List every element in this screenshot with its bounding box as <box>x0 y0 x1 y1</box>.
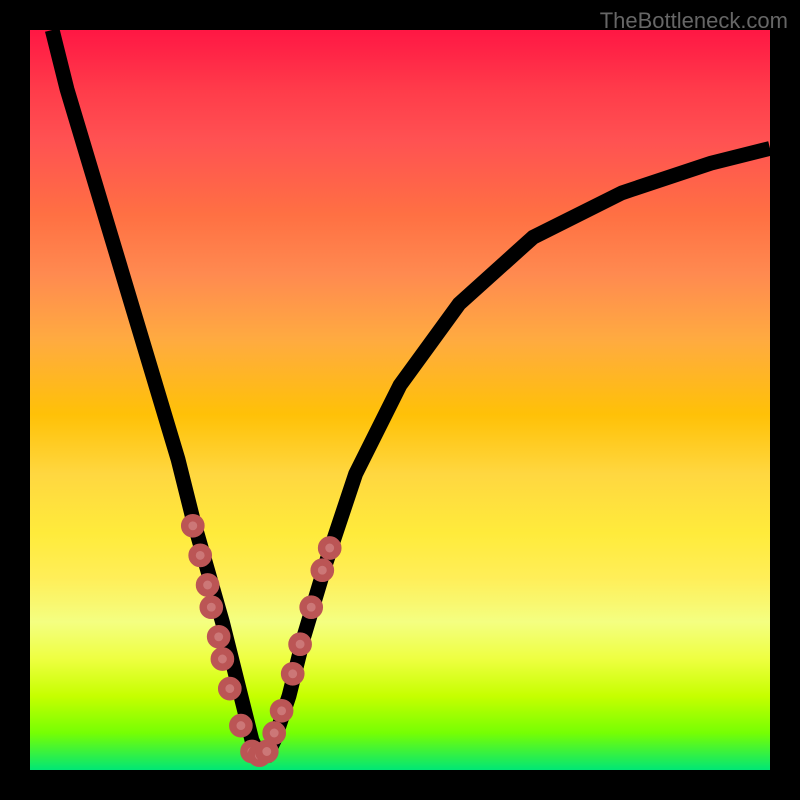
marker-point <box>211 629 227 645</box>
bottleneck-curve <box>52 30 770 755</box>
marker-point <box>266 725 282 741</box>
curve-markers <box>185 518 338 764</box>
marker-point <box>314 562 330 578</box>
marker-point <box>199 577 215 593</box>
marker-point <box>192 547 208 563</box>
marker-point <box>233 717 249 733</box>
marker-point <box>273 703 289 719</box>
marker-point <box>259 743 275 759</box>
marker-point <box>303 599 319 615</box>
marker-point <box>203 599 219 615</box>
plot-area <box>30 30 770 770</box>
marker-point <box>222 680 238 696</box>
marker-point <box>185 518 201 534</box>
curve-svg <box>30 30 770 770</box>
watermark-text: TheBottleneck.com <box>600 8 788 34</box>
marker-point <box>322 540 338 556</box>
marker-point <box>214 651 230 667</box>
marker-point <box>292 636 308 652</box>
marker-point <box>285 666 301 682</box>
